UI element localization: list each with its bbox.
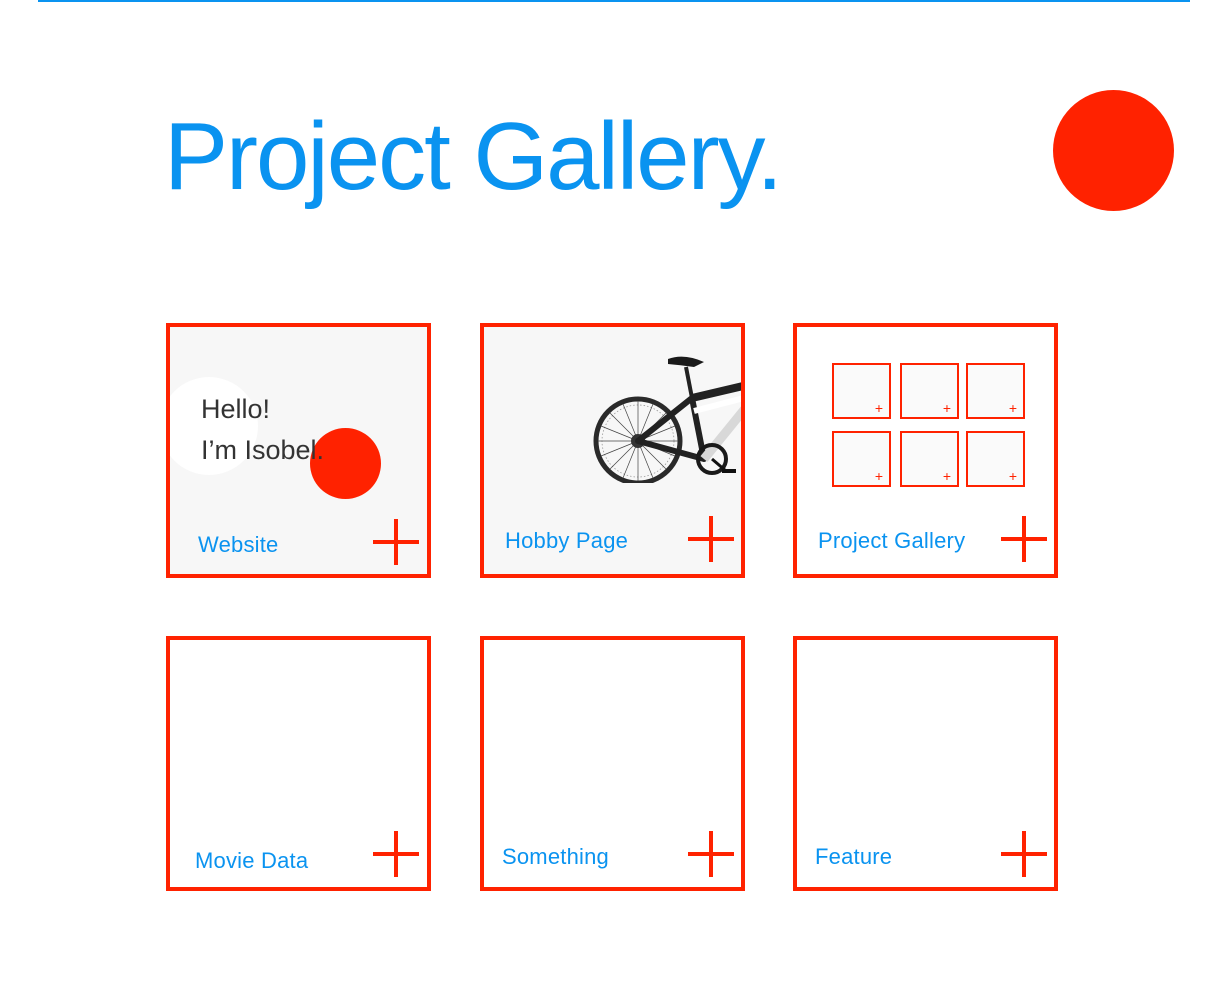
plus-icon[interactable]	[373, 519, 419, 565]
bicycle-icon	[593, 356, 741, 483]
plus-icon[interactable]	[1001, 516, 1047, 562]
project-card-label: Project Gallery	[818, 528, 966, 553]
mini-card: +	[832, 431, 891, 487]
project-card-feature[interactable]: Feature	[793, 636, 1058, 891]
top-divider	[38, 0, 1190, 2]
project-card-label: Something	[502, 844, 609, 869]
project-card-project-gallery[interactable]: + + + + + + Project Gallery	[793, 323, 1058, 578]
project-card-hobby-page[interactable]: Hobby Page	[480, 323, 745, 578]
plus-icon[interactable]	[688, 516, 734, 562]
plus-icon[interactable]	[688, 831, 734, 877]
project-card-label: Movie Data	[195, 848, 309, 873]
mini-plus-icon: +	[1008, 468, 1017, 484]
project-card-label: Hobby Page	[505, 528, 629, 553]
mini-card: +	[966, 431, 1025, 487]
mini-plus-icon: +	[874, 400, 883, 416]
decorative-red-circle	[1053, 90, 1174, 211]
greeting-name: I’m Isobel.	[201, 435, 325, 465]
mini-card: +	[832, 363, 891, 419]
project-card-label: Website	[198, 532, 279, 557]
mini-plus-icon: +	[942, 468, 951, 484]
plus-icon[interactable]	[373, 831, 419, 877]
project-card-movie-data[interactable]: Movie Data	[166, 636, 431, 891]
project-card-website[interactable]: Hello! I’m Isobel. Website	[166, 323, 431, 578]
greeting-text: Hello! I’m Isobel.	[201, 389, 324, 471]
plus-icon[interactable]	[1001, 831, 1047, 877]
greeting-line: Hello!	[201, 394, 271, 424]
project-card-label: Feature	[815, 844, 893, 869]
website-preview: Hello! I’m Isobel.	[170, 371, 427, 501]
mini-plus-icon: +	[874, 468, 883, 484]
page-title: Project Gallery.	[164, 103, 783, 210]
mini-card: +	[966, 363, 1025, 419]
mini-plus-icon: +	[942, 400, 951, 416]
project-card-something[interactable]: Something	[480, 636, 745, 891]
mini-card: +	[900, 363, 959, 419]
mini-card: +	[900, 431, 959, 487]
mini-plus-icon: +	[1008, 400, 1017, 416]
